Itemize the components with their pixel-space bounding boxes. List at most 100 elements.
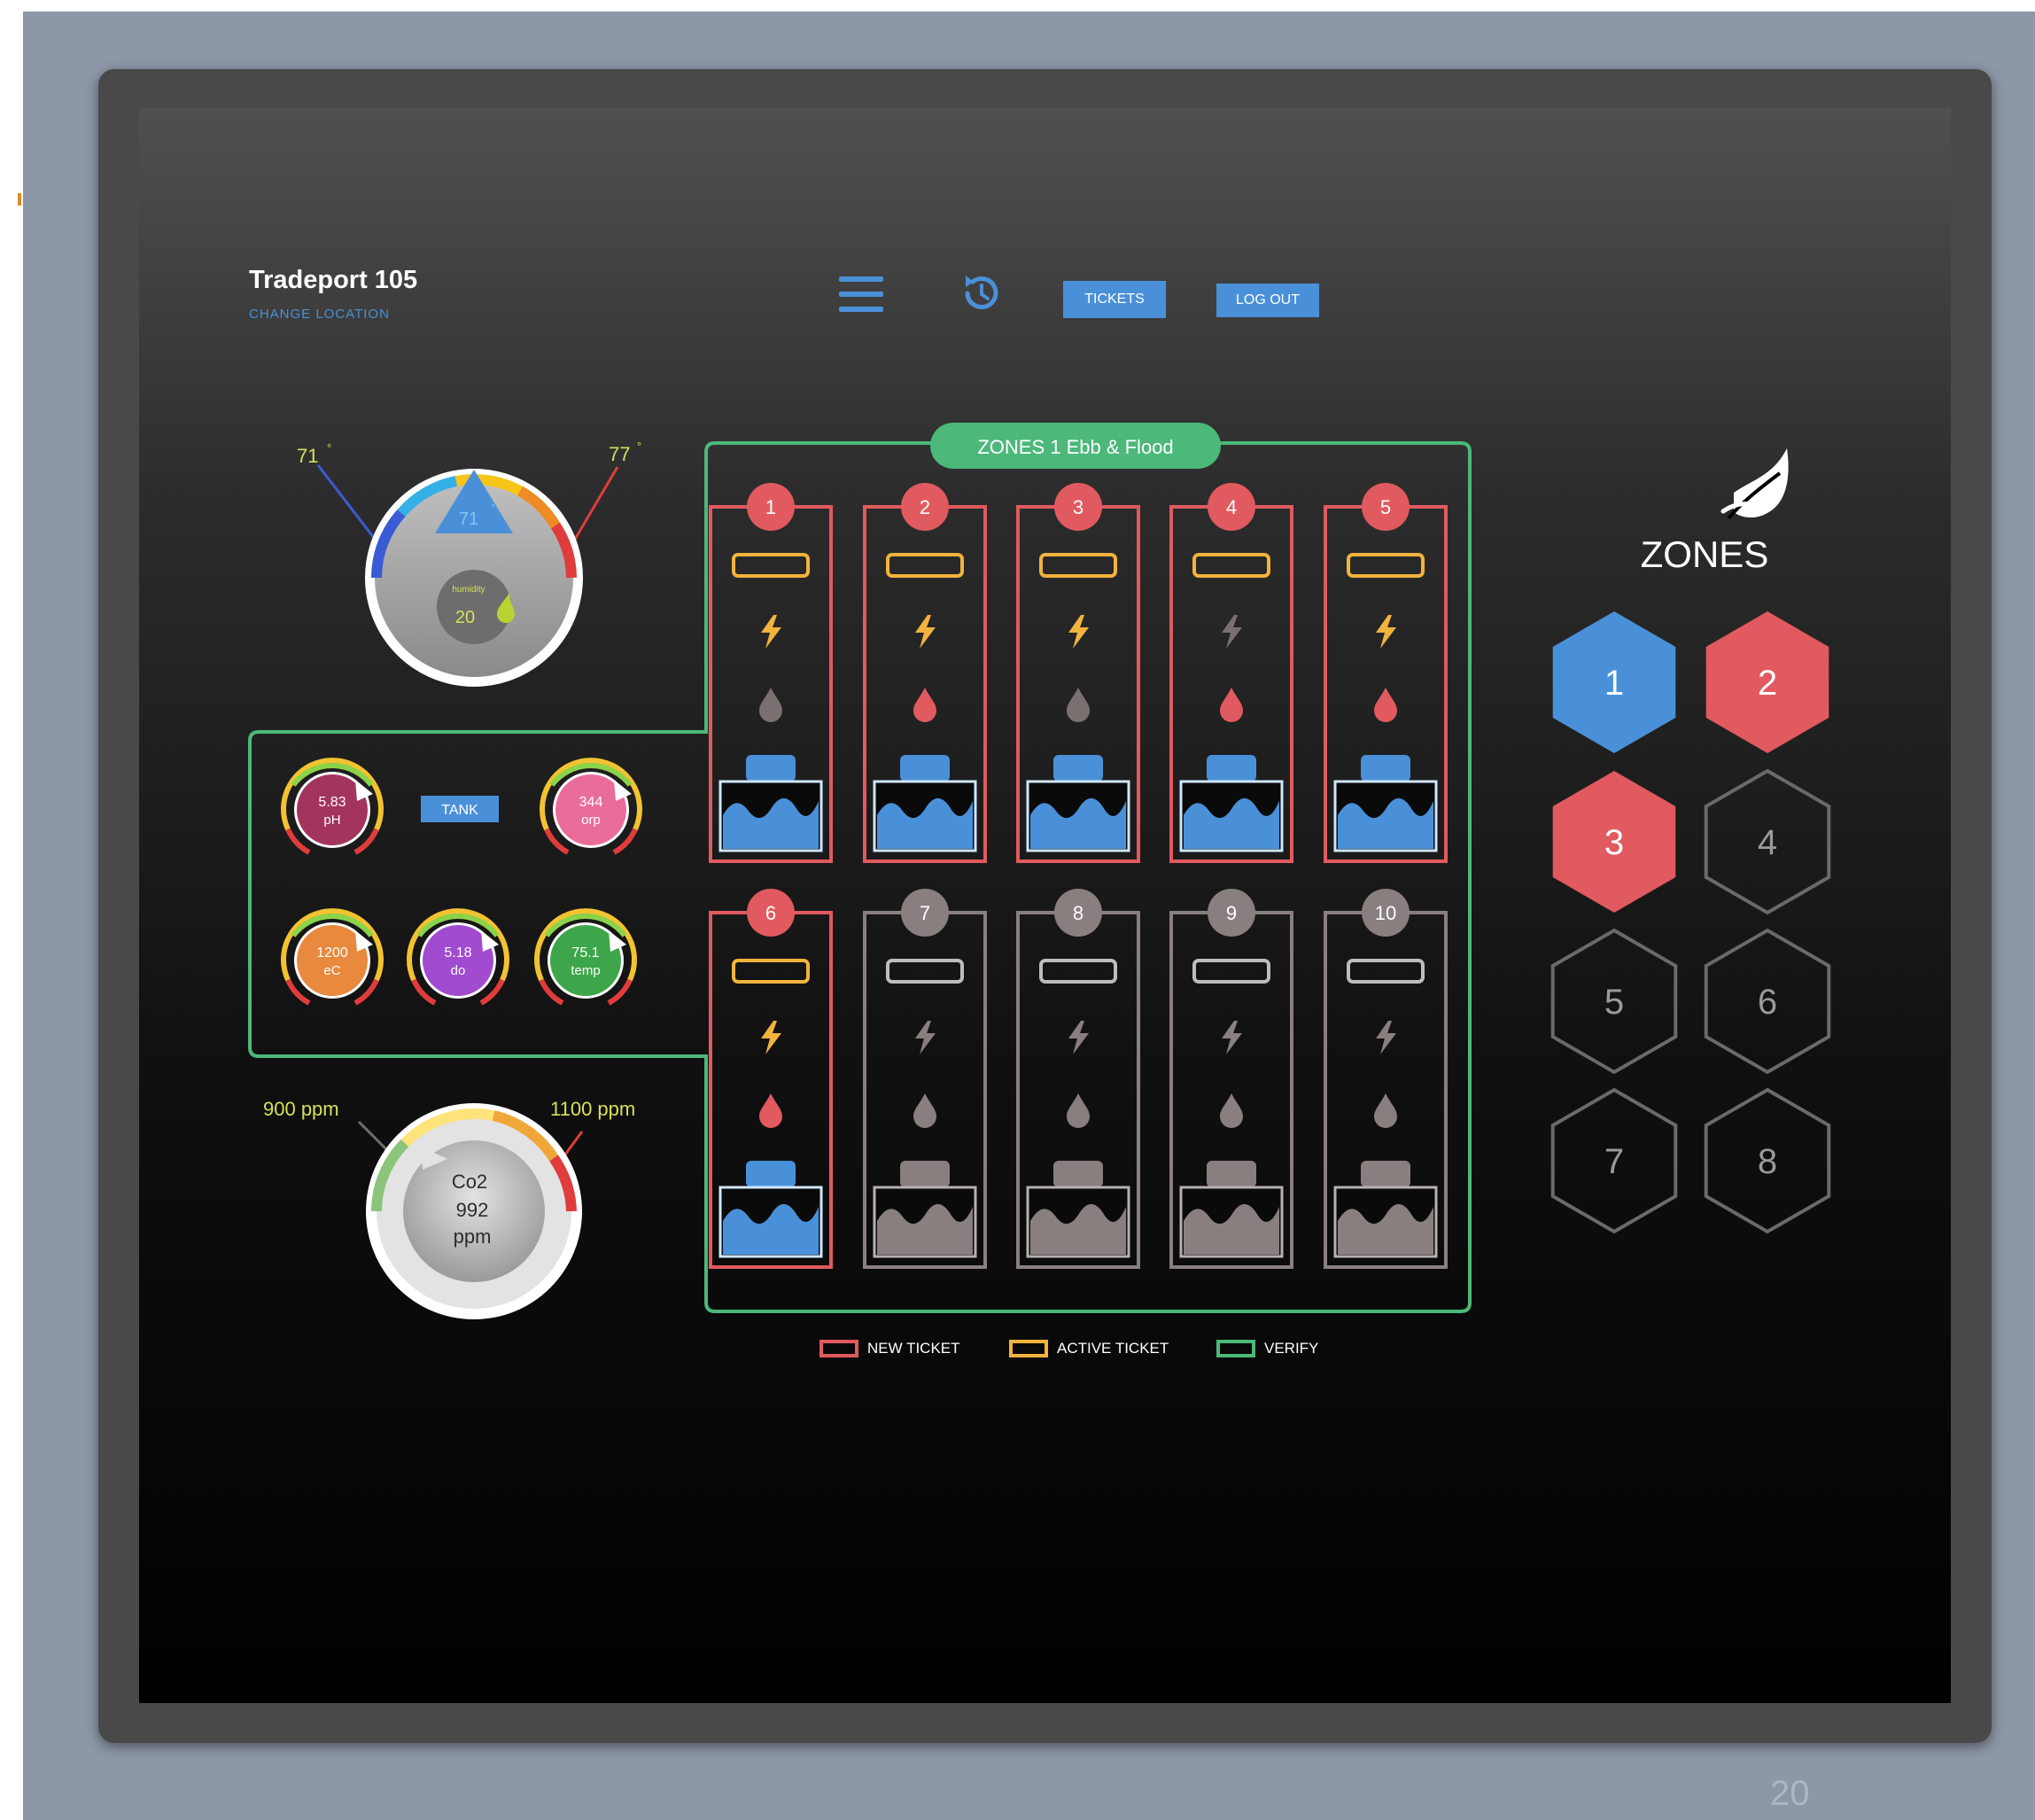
bench-number: 6	[765, 902, 776, 924]
lightning-icon	[761, 615, 781, 649]
bench-ticket-slot	[1347, 553, 1425, 578]
sensor-gauge[interactable]: 5.18 do	[407, 908, 509, 1006]
lightning-icon	[761, 1021, 781, 1054]
tank-label-box: TANK	[421, 796, 499, 822]
bench-ticket-slot	[886, 553, 964, 578]
dashboard-graphics: ZONES 1 Ebb & Flood 71 ° humidity 20 71 …	[248, 423, 1831, 1319]
lightning-icon	[915, 1021, 936, 1054]
zone-hex-label: 3	[1604, 823, 1624, 862]
zone-hex-button[interactable]: 7	[1550, 1087, 1678, 1234]
zone-hex-label: 7	[1604, 1142, 1624, 1181]
legend-red-swatch	[819, 1340, 858, 1357]
bench-card[interactable]: 6	[709, 889, 833, 1269]
water-drop-icon	[1220, 1093, 1243, 1128]
bench-number: 10	[1375, 902, 1396, 924]
bench-card[interactable]: 10	[1324, 889, 1448, 1269]
bench-ticket-slot	[1039, 553, 1117, 578]
bench-card[interactable]: 1	[709, 483, 833, 863]
bench-valve-icon	[1207, 1161, 1256, 1187]
temperature-current-value: 71	[459, 509, 478, 529]
bench-ticket-slot	[732, 553, 810, 578]
tank-label: TANK	[441, 803, 478, 818]
sensor-gauge[interactable]: 5.83 pH	[281, 758, 384, 855]
svg-text:°: °	[327, 441, 331, 455]
sensor-unit: orp	[581, 813, 601, 828]
sensor-value: 1200	[316, 945, 348, 961]
bench-valve-icon	[900, 1161, 950, 1187]
zone-hex-label: 5	[1604, 983, 1624, 1022]
co2-gauge: Co2 992 ppm 900 ppm 1100 ppm	[263, 1098, 635, 1319]
zone-hex-button[interactable]: 8	[1704, 1087, 1831, 1234]
sensor-unit: pH	[323, 813, 340, 828]
sensor-gauge[interactable]: 1200 eC	[281, 908, 384, 1006]
bench-number: 2	[920, 496, 930, 518]
lightning-icon	[1376, 615, 1396, 649]
co2-low-label: 900 ppm	[263, 1098, 339, 1120]
sensor-value: 75.1	[571, 945, 599, 961]
zones-title: ZONES	[1640, 533, 1769, 575]
sensor-unit: temp	[571, 963, 600, 978]
lightning-icon	[1222, 615, 1242, 649]
legend-verify: VERIFY	[1216, 1340, 1318, 1357]
bench-card[interactable]: 2	[863, 483, 987, 863]
sensor-value: 5.18	[444, 945, 471, 961]
bench-card[interactable]: 9	[1169, 889, 1293, 1269]
bench-number: 3	[1073, 496, 1084, 518]
svg-text:°: °	[491, 502, 495, 514]
zone-hex-button[interactable]: 2	[1705, 611, 1829, 753]
lightning-icon	[1376, 1021, 1396, 1054]
bench-card[interactable]: 5	[1324, 483, 1448, 863]
bench-number: 7	[920, 902, 930, 924]
bench-valve-icon	[1053, 755, 1103, 782]
bench-card[interactable]: 7	[863, 889, 987, 1269]
bench-valve-icon	[746, 1161, 796, 1187]
water-drop-icon	[1374, 1093, 1397, 1128]
water-drop-icon	[1220, 688, 1243, 722]
zone-hex-label: 4	[1758, 823, 1777, 862]
legend-active-ticket: ACTIVE TICKET	[1009, 1340, 1169, 1357]
sensor-value: 5.83	[318, 795, 346, 810]
bench-number: 5	[1380, 496, 1391, 518]
water-drop-icon	[1374, 688, 1397, 722]
bench-card[interactable]: 4	[1169, 483, 1293, 863]
humidity-value: 20	[455, 608, 475, 627]
page-number: 20	[1770, 1774, 1810, 1813]
legend-verify-label: VERIFY	[1264, 1340, 1319, 1357]
co2-unit: ppm	[454, 1225, 492, 1248]
bench-valve-icon	[1361, 755, 1410, 782]
bench-number: 8	[1073, 902, 1084, 924]
zone-panel-title: ZONES 1 Ebb & Flood	[977, 436, 1173, 458]
bench-ticket-slot	[732, 959, 810, 984]
app-screen: Tradeport 105 CHANGE LOCATION TICKETS LO…	[139, 108, 1951, 1703]
zone-hex-button[interactable]: 6	[1704, 928, 1831, 1075]
bench-valve-icon	[746, 755, 796, 782]
bench-ticket-slot	[1192, 553, 1270, 578]
zone-hex-button[interactable]: 5	[1550, 928, 1678, 1075]
co2-line-1: Co2	[452, 1171, 487, 1193]
legend-green-swatch	[1216, 1340, 1255, 1357]
bench-card[interactable]: 3	[1016, 483, 1140, 863]
bench-number: 9	[1226, 902, 1237, 924]
zone-hex-label: 8	[1758, 1142, 1777, 1181]
sensor-unit: eC	[323, 963, 340, 978]
legend-new-ticket-label: NEW TICKET	[867, 1340, 960, 1357]
svg-text:°: °	[637, 439, 641, 453]
legend-active-ticket-label: ACTIVE TICKET	[1057, 1340, 1169, 1357]
water-drop-icon	[759, 1093, 782, 1128]
lightning-icon	[1068, 1021, 1089, 1054]
zone-hex-button[interactable]: 3	[1552, 771, 1676, 913]
zone-hex-button[interactable]: 1	[1552, 611, 1676, 753]
water-drop-icon	[759, 688, 782, 722]
bench-ticket-slot	[1192, 959, 1270, 984]
bench-valve-icon	[900, 755, 950, 782]
leaf-icon	[1720, 448, 1789, 520]
sensor-gauge[interactable]: 344 orp	[540, 758, 642, 855]
zone-panel-title-pill: ZONES 1 Ebb & Flood	[930, 423, 1221, 469]
bench-ticket-slot	[1039, 959, 1117, 984]
bench-card[interactable]: 8	[1016, 889, 1140, 1269]
slide-edge-mark	[18, 193, 21, 206]
sensor-gauge[interactable]: 75.1 temp	[534, 908, 637, 1006]
water-drop-icon	[1067, 1093, 1090, 1128]
bench-valve-icon	[1207, 755, 1256, 782]
zone-hex-button[interactable]: 4	[1704, 768, 1831, 915]
